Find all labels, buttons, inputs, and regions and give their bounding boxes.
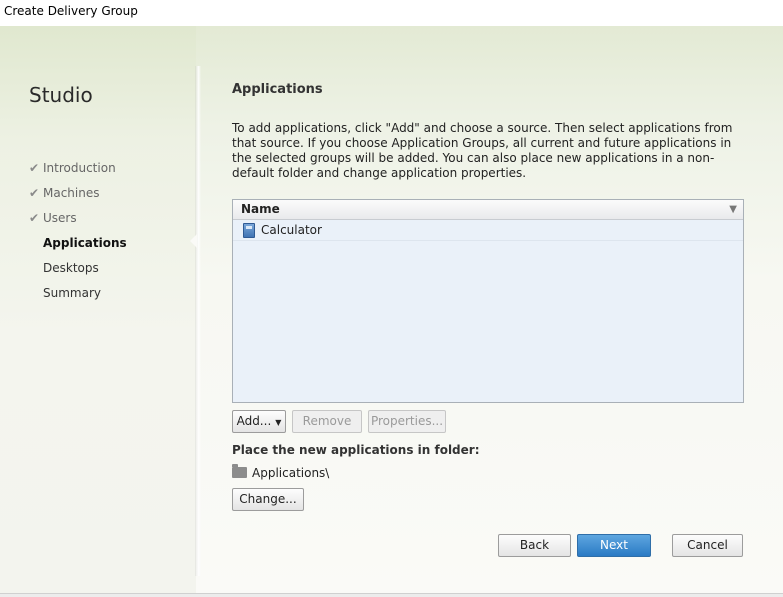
- change-folder-button[interactable]: Change...: [232, 488, 304, 511]
- window-title: Create Delivery Group: [4, 4, 138, 18]
- step-label: Desktops: [43, 261, 99, 275]
- check-icon: ✔: [29, 211, 40, 225]
- wizard-steps: ✔ Introduction ✔ Machines ✔ Users Applic…: [0, 156, 196, 306]
- folder-path-row: Applications\: [232, 464, 330, 481]
- back-button[interactable]: Back: [498, 534, 571, 557]
- folder-path: Applications\: [252, 466, 330, 480]
- dropdown-arrow-icon: ▼: [275, 418, 282, 427]
- calculator-icon: [243, 223, 255, 238]
- step-label: Introduction: [43, 161, 116, 175]
- step-applications[interactable]: Applications: [0, 231, 196, 256]
- pane-divider: [195, 66, 201, 576]
- step-label: Summary: [43, 286, 101, 300]
- column-header-name[interactable]: Name ▼: [233, 200, 743, 220]
- column-header-label: Name: [241, 202, 280, 216]
- step-label: Users: [43, 211, 77, 225]
- step-label: Applications: [43, 236, 127, 250]
- check-icon: ✔: [29, 186, 40, 200]
- check-icon: ✔: [29, 161, 40, 175]
- step-users[interactable]: ✔ Users: [0, 206, 196, 231]
- add-button[interactable]: Add... ▼: [232, 410, 286, 433]
- active-step-pointer: [190, 234, 197, 248]
- folder-icon: [232, 464, 247, 478]
- add-button-label: Add...: [236, 414, 272, 428]
- cancel-button[interactable]: Cancel: [672, 534, 743, 557]
- intro-text: To add applications, click "Add" and cho…: [232, 121, 733, 180]
- properties-button[interactable]: Properties...: [368, 410, 446, 433]
- wizard-sidebar: Studio ✔ Introduction ✔ Machines ✔ Users…: [0, 26, 196, 593]
- remove-button[interactable]: Remove: [292, 410, 362, 433]
- page-title: Applications: [232, 82, 323, 97]
- window-bottom-edge: [0, 593, 783, 597]
- sort-down-icon: ▼: [729, 204, 737, 215]
- title-bar: Create Delivery Group: [0, 0, 783, 26]
- step-summary: Summary: [0, 281, 196, 306]
- step-label: Machines: [43, 186, 100, 200]
- list-item[interactable]: Calculator: [233, 220, 743, 241]
- step-introduction[interactable]: ✔ Introduction: [0, 156, 196, 181]
- next-button[interactable]: Next: [577, 534, 651, 557]
- studio-title: Studio: [29, 83, 93, 107]
- step-desktops: Desktops: [0, 256, 196, 281]
- list-item-label: Calculator: [261, 223, 322, 237]
- wizard-body: Studio ✔ Introduction ✔ Machines ✔ Users…: [0, 26, 783, 593]
- step-machines[interactable]: ✔ Machines: [0, 181, 196, 206]
- folder-label: Place the new applications in folder:: [232, 443, 480, 457]
- applications-list[interactable]: Name ▼ Calculator: [232, 199, 744, 403]
